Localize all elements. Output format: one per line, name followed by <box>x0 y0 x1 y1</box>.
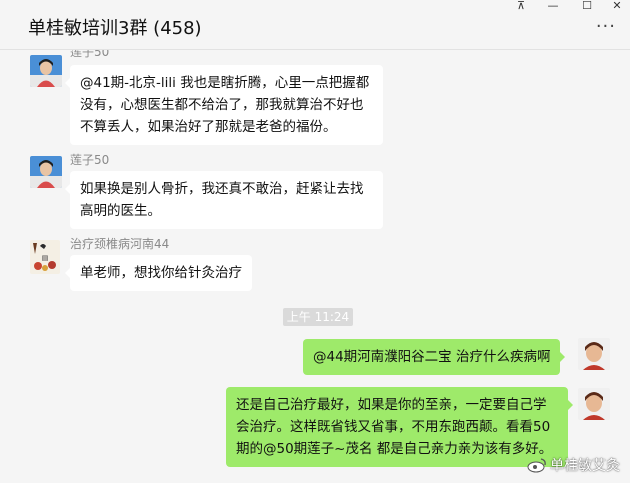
close-icon[interactable]: ✕ <box>604 0 630 14</box>
chat-header: 单桂敏培训3群 (458) ⊼ — ☐ ✕ ··· <box>0 0 630 50</box>
person-avatar-icon[interactable] <box>30 156 62 188</box>
self-avatar-icon[interactable] <box>578 388 610 420</box>
sender-name: 治疗颈椎病河南44 <box>70 237 170 251</box>
watermark: 单桂敏艾灸 <box>527 455 620 475</box>
weibo-logo-icon <box>527 458 546 473</box>
message-bubble[interactable]: @44期河南濮阳谷二宝 治疗什么疾病啊 <box>303 339 566 375</box>
maximize-icon[interactable]: ☐ <box>574 0 600 14</box>
svg-text:▤: ▤ <box>42 254 49 262</box>
painting-avatar-icon[interactable]: ▤ <box>30 240 60 274</box>
more-options-icon[interactable]: ··· <box>596 18 616 36</box>
sender-name: 莲子50 <box>70 153 110 167</box>
person-avatar-icon[interactable] <box>30 55 62 87</box>
message-bubble[interactable]: 还是自己治疗最好，如果是你的至亲，一定要自己学会治疗。这样既省钱又省事，不用东跑… <box>226 387 573 467</box>
timestamp-label: 上午 11:24 <box>283 308 353 326</box>
pin-icon[interactable]: ⊼ <box>508 0 534 14</box>
message-list[interactable]: 莲子50 @41期-北京-lili 我也是瞎折腾，心里一点把握都没有，心想医生都… <box>0 50 630 483</box>
watermark-text: 单桂敏艾灸 <box>550 458 620 474</box>
minimize-icon[interactable]: — <box>540 0 566 14</box>
self-avatar-icon[interactable] <box>578 338 610 370</box>
chat-title: 单桂敏培训3群 (458) <box>28 18 202 39</box>
message-bubble[interactable]: @41期-北京-lili 我也是瞎折腾，心里一点把握都没有，心想医生都不给治了，… <box>65 65 383 145</box>
message-bubble[interactable]: 如果换是别人骨折，我还真不敢治，赶紧让去找高明的医生。 <box>65 171 383 229</box>
sender-name: 莲子50 <box>70 50 110 59</box>
message-bubble[interactable]: 单老师，想找你给针灸治疗 <box>65 255 252 291</box>
